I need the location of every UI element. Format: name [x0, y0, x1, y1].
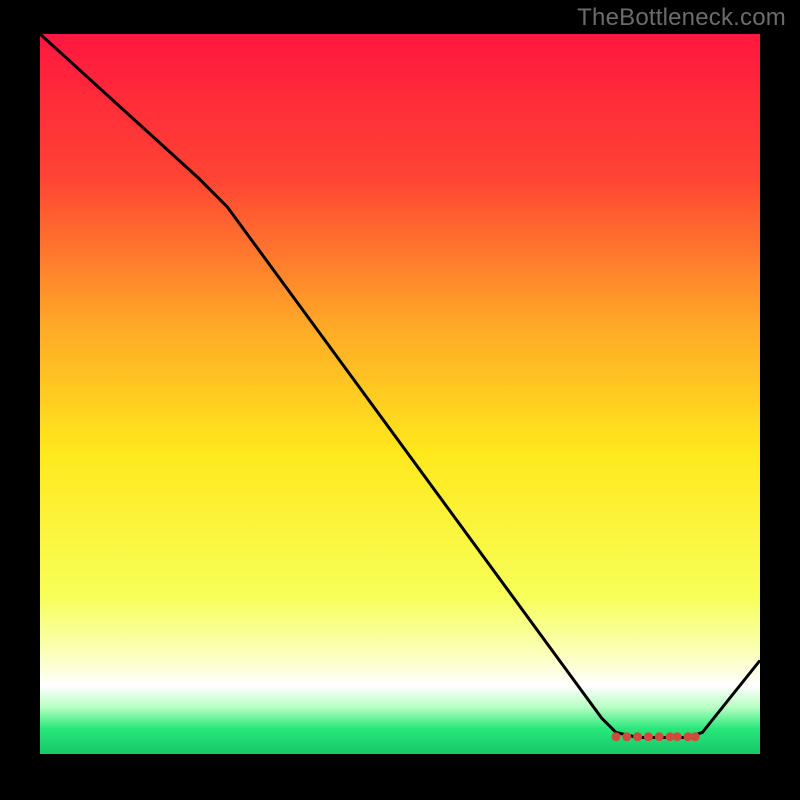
marker-dot [655, 732, 664, 741]
marker-dot [612, 732, 621, 741]
marker-dot [622, 732, 631, 741]
marker-dot [633, 732, 642, 741]
chart-svg [40, 34, 760, 754]
marker-dot [673, 732, 682, 741]
marker-dot [691, 732, 700, 741]
gradient-background [40, 34, 760, 754]
watermark-text: TheBottleneck.com [577, 4, 786, 32]
marker-dot [644, 732, 653, 741]
plot-area [40, 34, 760, 754]
chart-frame: TheBottleneck.com [0, 0, 800, 800]
